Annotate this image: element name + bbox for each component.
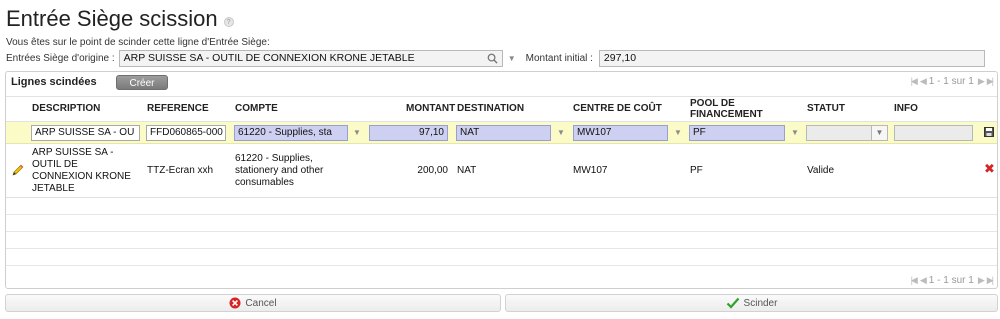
centre-dropdown-icon[interactable]: ▼ [674, 128, 682, 137]
edit-info-input[interactable] [894, 125, 973, 141]
empty-row [6, 198, 997, 215]
origin-row: Entrées Siège d'origine : ARP SUISSE SA … [6, 50, 1000, 67]
row-reference: TTZ-Ecran xxh [147, 165, 214, 176]
origin-dropdown-icon[interactable]: ▼ [506, 54, 518, 63]
row-compte-line: 61220 - Supplies, [235, 153, 313, 164]
row-montant: 200,00 [417, 165, 448, 176]
create-button[interactable]: Créer [116, 75, 168, 90]
table-row[interactable]: ARP SUISSE SA - OUTIL DE CONNEXION KRONE… [6, 144, 997, 198]
row-description-line: CONNEXION KRONE [32, 171, 131, 182]
first-page-icon[interactable]: |◀ [911, 76, 918, 87]
col-pool-line1: POOL DE [690, 98, 735, 109]
row-compte-line: stationery and other [235, 165, 324, 176]
col-description[interactable]: DESCRIPTION [32, 103, 100, 114]
scinder-button[interactable]: Scinder [505, 294, 998, 312]
col-montant[interactable]: MONTANT [406, 103, 455, 114]
first-page-icon[interactable]: |◀ [911, 275, 918, 286]
save-icon[interactable] [984, 127, 994, 137]
next-page-icon[interactable]: ▶ [978, 76, 985, 87]
pool-dropdown-icon[interactable]: ▼ [791, 128, 799, 137]
row-destination: NAT [457, 165, 477, 176]
edit-destination-input[interactable]: NAT [456, 125, 551, 141]
edit-statut-select[interactable]: ▼ [806, 125, 888, 141]
row-pool: PF [690, 165, 703, 176]
prev-page-icon[interactable]: ◀ [920, 76, 927, 87]
col-compte[interactable]: COMPTE [235, 103, 278, 114]
row-description: ARP SUISSE SA - OUTIL DE CONNEXION KRONE… [32, 147, 131, 195]
col-reference[interactable]: REFERENCE [147, 103, 209, 114]
last-page-icon[interactable]: ▶| [987, 76, 994, 87]
table-header: DESCRIPTION REFERENCE COMPTE MONTANT DES… [6, 96, 997, 122]
row-description-line: JETABLE [32, 183, 75, 194]
col-statut[interactable]: STATUT [807, 103, 845, 114]
cancel-icon [229, 297, 241, 309]
edit-compte-input[interactable]: 61220 - Supplies, sta [234, 125, 348, 141]
panel-title: Lignes scindées [11, 76, 97, 88]
row-compte: 61220 - Supplies, stationery and other c… [235, 153, 323, 189]
pager-text: 1 - 1 sur 1 [928, 76, 974, 87]
next-page-icon[interactable]: ▶ [978, 275, 985, 286]
statut-dropdown-icon[interactable]: ▼ [871, 126, 887, 140]
intro-text: Vous êtes sur le point de scinder cette … [6, 37, 270, 48]
row-description-line: OUTIL DE [32, 159, 78, 170]
edit-description-input[interactable]: ARP SUISSE SA - OU [31, 125, 140, 141]
origin-value: ARP SUISSE SA - OUTIL DE CONNEXION KRONE… [123, 52, 415, 64]
search-icon[interactable] [487, 53, 498, 64]
edit-reference-input[interactable]: FFD060865-000 [146, 125, 226, 141]
cancel-label: Cancel [245, 297, 277, 309]
edit-centre-input[interactable]: MW107 [573, 125, 668, 141]
destination-dropdown-icon[interactable]: ▼ [557, 128, 565, 137]
scinder-label: Scinder [743, 297, 778, 309]
check-icon [726, 297, 739, 309]
pager-bottom: |◀ ◀ 1 - 1 sur 1 ▶ ▶| [911, 275, 995, 286]
edit-pool-input[interactable]: PF [689, 125, 785, 141]
prev-page-icon[interactable]: ◀ [920, 275, 927, 286]
cancel-button[interactable]: Cancel [5, 294, 501, 312]
montant-initial-field: 297,10 [598, 50, 985, 67]
page-title: Entrée Siège scission ? [6, 6, 234, 32]
col-info[interactable]: INFO [894, 103, 918, 114]
panel-header: Lignes scindées Créer |◀ ◀ 1 - 1 sur 1 ▶… [6, 72, 997, 94]
row-centre: MW107 [573, 165, 608, 176]
col-pool-de-financement[interactable]: POOL DE FINANCEMENT [690, 98, 763, 120]
row-description-line: ARP SUISSE SA - [32, 147, 114, 158]
col-pool-line2: FINANCEMENT [690, 109, 763, 120]
col-centre-de-cout[interactable]: CENTRE DE COÛT [573, 103, 662, 114]
row-statut: Valide [807, 165, 835, 176]
last-page-icon[interactable]: ▶| [987, 275, 994, 286]
empty-row [6, 215, 997, 232]
col-destination[interactable]: DESTINATION [457, 103, 524, 114]
edit-montant-input[interactable]: 97,10 [369, 125, 448, 141]
row-compte-line: consumables [235, 177, 294, 188]
compte-dropdown-icon[interactable]: ▼ [353, 128, 361, 137]
edit-row: ARP SUISSE SA - OU FFD060865-000 61220 -… [6, 122, 997, 144]
pager-text: 1 - 1 sur 1 [928, 275, 974, 286]
empty-row [6, 249, 997, 266]
origin-label: Entrées Siège d'origine : [6, 53, 115, 64]
page-title-text: Entrée Siège scission [6, 6, 218, 31]
pager-top: |◀ ◀ 1 - 1 sur 1 ▶ ▶| [911, 76, 995, 87]
split-lines-panel: Lignes scindées Créer |◀ ◀ 1 - 1 sur 1 ▶… [5, 71, 998, 289]
origin-field[interactable]: ARP SUISSE SA - OUTIL DE CONNEXION KRONE… [118, 50, 503, 67]
pencil-icon[interactable] [12, 164, 24, 176]
montant-initial-label: Montant initial : [525, 53, 593, 64]
delete-icon[interactable]: ✖ [984, 162, 995, 175]
empty-row [6, 232, 997, 249]
help-icon[interactable]: ? [223, 17, 234, 27]
